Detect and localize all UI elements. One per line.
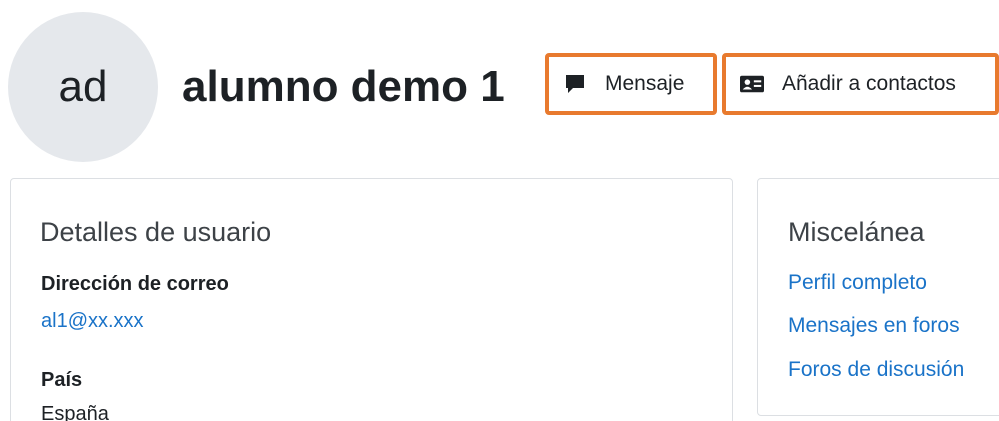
full-profile-link[interactable]: Perfil completo [788, 271, 927, 295]
user-profile-page: ad alumno demo 1 Mensaje Añadir a contac… [0, 0, 999, 421]
country-label: País [41, 369, 83, 391]
user-details-title: Detalles de usuario [40, 217, 272, 247]
speech-bubble-icon [563, 72, 587, 96]
email-link[interactable]: al1@xx.xxx [41, 310, 144, 333]
avatar: ad [8, 12, 158, 162]
message-button[interactable]: Mensaje [545, 53, 717, 115]
miscellaneous-card: Miscelánea Perfil completo Mensajes en f… [757, 178, 999, 416]
discussion-forums-link[interactable]: Foros de discusión [788, 358, 964, 382]
user-details-card: Detalles de usuario Dirección de correo … [10, 178, 733, 421]
page-title: alumno demo 1 [182, 62, 505, 111]
miscellaneous-title: Miscelánea [788, 217, 925, 247]
avatar-initials: ad [58, 62, 108, 111]
add-to-contacts-button-label: Añadir a contactos [782, 72, 956, 95]
forum-posts-link[interactable]: Mensajes en foros [788, 314, 960, 338]
message-button-label: Mensaje [605, 72, 685, 95]
email-label: Dirección de correo [41, 273, 229, 295]
country-value: España [41, 403, 109, 421]
address-card-icon [740, 72, 764, 96]
add-to-contacts-button[interactable]: Añadir a contactos [722, 53, 999, 115]
